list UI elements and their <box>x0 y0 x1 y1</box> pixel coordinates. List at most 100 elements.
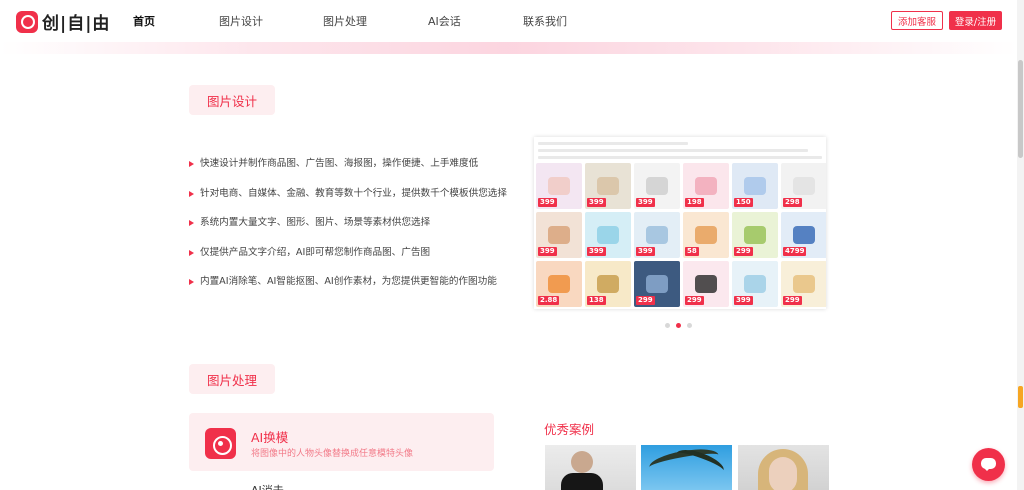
template-gallery-preview: 399 399 399 198 150 298 399 399 399 58 299 4799 2.88… <box>534 137 826 309</box>
template-thumbnail[interactable]: 399 <box>536 163 582 209</box>
showcase-title: 优秀案例 <box>544 422 595 437</box>
template-thumbnail[interactable]: 58 <box>683 212 729 258</box>
triangle-bullet-icon <box>189 190 194 197</box>
login-register-button[interactable]: 登录/注册 <box>949 11 1002 30</box>
product-image <box>744 275 766 293</box>
product-image <box>548 226 570 244</box>
section-title-image-processing: 图片处理 <box>189 364 275 394</box>
price-tag: 299 <box>685 296 704 305</box>
triangle-bullet-icon <box>189 161 194 167</box>
showcase-image-model[interactable] <box>545 445 636 490</box>
template-thumbnail[interactable]: 399 <box>732 261 778 307</box>
template-thumbnail[interactable]: 4799 <box>781 212 826 258</box>
ai-model-swap-card[interactable]: AI换模 将图像中的人物头像替换成任意模特头像 <box>189 413 494 471</box>
product-image <box>646 226 668 244</box>
price-tag: 150 <box>734 198 753 207</box>
template-thumbnail[interactable]: 299 <box>634 261 680 307</box>
top-navbar: 创|自|由 首页 图片设计 图片处理 AI会话 联系我们 添加客服 登录/注册 <box>0 0 1017 42</box>
product-image <box>793 177 815 195</box>
template-thumbnail[interactable]: 399 <box>585 212 631 258</box>
template-thumbnail[interactable]: 399 <box>634 212 680 258</box>
product-image <box>548 177 570 195</box>
product-image <box>744 226 766 244</box>
logo-text: 创|自|由 <box>42 14 111 34</box>
price-tag: 399 <box>587 198 606 207</box>
price-tag: 399 <box>538 198 557 207</box>
price-tag: 399 <box>587 247 606 256</box>
ai-card-description: 将图像中的人物头像替换成任意模特头像 <box>251 449 414 459</box>
carousel-dot[interactable] <box>687 323 692 328</box>
showcase-image-palm[interactable] <box>641 445 732 490</box>
feature-list: 快速设计并制作商品图、广告图、海报图，操作便捷、上手难度低 针对电商、自媒体、金… <box>189 156 519 304</box>
template-thumbnail[interactable]: 298 <box>781 163 826 209</box>
triangle-bullet-icon <box>189 220 194 226</box>
product-image <box>597 177 619 195</box>
price-tag: 399 <box>734 296 753 305</box>
face-swap-icon <box>205 428 236 459</box>
price-tag: 399 <box>636 247 655 256</box>
price-tag: 58 <box>685 247 699 256</box>
nav-ai-chat[interactable]: AI会话 <box>428 13 461 29</box>
price-tag: 4799 <box>783 247 807 256</box>
product-image <box>597 275 619 293</box>
carousel-dot-active[interactable] <box>676 323 681 328</box>
next-tool-label[interactable]: AI消去 <box>251 482 284 490</box>
feature-item: 针对电商、自媒体、金融、教育等数十个行业，提供数千个模板供您选择 <box>189 186 519 216</box>
price-tag: 198 <box>685 198 704 207</box>
add-service-button[interactable]: 添加客服 <box>891 11 943 30</box>
preview-filter-row <box>538 156 822 159</box>
triangle-bullet-icon <box>189 249 194 256</box>
price-tag: 399 <box>636 198 655 207</box>
page: 创|自|由 首页 图片设计 图片处理 AI会话 联系我们 添加客服 登录/注册 … <box>0 0 1024 490</box>
scroll-position-marker <box>1018 386 1023 408</box>
nav-contact-us[interactable]: 联系我们 <box>523 13 567 29</box>
feature-item: 内置AI消除笔、AI智能抠图、AI创作素材，为您提供更智能的作图功能 <box>189 274 519 304</box>
logo-icon <box>16 10 38 33</box>
nav-image-design[interactable]: 图片设计 <box>219 13 263 29</box>
product-image <box>646 177 668 195</box>
feature-item: 仅提供产品文字介绍，AI即可帮您制作商品图、广告图 <box>189 245 519 275</box>
price-tag: 299 <box>734 247 753 256</box>
template-thumbnail[interactable]: 399 <box>585 163 631 209</box>
chat-bubble-icon[interactable] <box>972 448 1005 481</box>
template-thumbnail[interactable]: 399 <box>634 163 680 209</box>
template-thumbnail[interactable]: 299 <box>683 261 729 307</box>
price-tag: 138 <box>587 296 606 305</box>
price-tag: 299 <box>636 296 655 305</box>
price-tag: 2.88 <box>538 296 560 305</box>
scrollbar-thumb[interactable] <box>1018 60 1023 158</box>
nav-home[interactable]: 首页 <box>133 13 155 29</box>
showcase-image-portrait[interactable] <box>738 445 829 490</box>
preview-filter-row <box>538 149 808 152</box>
template-thumbnail[interactable]: 299 <box>732 212 778 258</box>
template-thumbnail[interactable]: 299 <box>781 261 826 307</box>
preview-filter-row <box>538 142 688 145</box>
product-image <box>548 275 570 293</box>
template-thumbnail[interactable]: 198 <box>683 163 729 209</box>
template-thumbnail[interactable]: 2.88 <box>536 261 582 307</box>
price-tag: 399 <box>538 247 557 256</box>
nav-image-processing[interactable]: 图片处理 <box>323 13 367 29</box>
price-tag: 298 <box>783 198 802 207</box>
product-image <box>695 226 717 244</box>
template-grid: 399 399 399 198 150 298 399 399 399 58 299 4799 2.88… <box>536 163 826 307</box>
product-image <box>695 177 717 195</box>
triangle-bullet-icon <box>189 279 194 285</box>
product-image <box>793 275 815 293</box>
product-image <box>695 275 717 293</box>
template-thumbnail[interactable]: 150 <box>732 163 778 209</box>
section-title-image-design: 图片设计 <box>189 85 275 115</box>
product-image <box>744 177 766 195</box>
portrait-face <box>769 457 797 490</box>
model-body <box>561 473 603 490</box>
product-image <box>646 275 668 293</box>
template-thumbnail[interactable]: 138 <box>585 261 631 307</box>
carousel-dot[interactable] <box>665 323 670 328</box>
header-gradient-band <box>0 42 1017 54</box>
product-image <box>597 226 619 244</box>
template-thumbnail[interactable]: 399 <box>536 212 582 258</box>
logo[interactable]: 创|自|由 <box>16 9 110 34</box>
feature-item: 快速设计并制作商品图、广告图、海报图，操作便捷、上手难度低 <box>189 156 519 186</box>
product-image <box>793 226 815 244</box>
carousel-indicators <box>665 323 692 328</box>
